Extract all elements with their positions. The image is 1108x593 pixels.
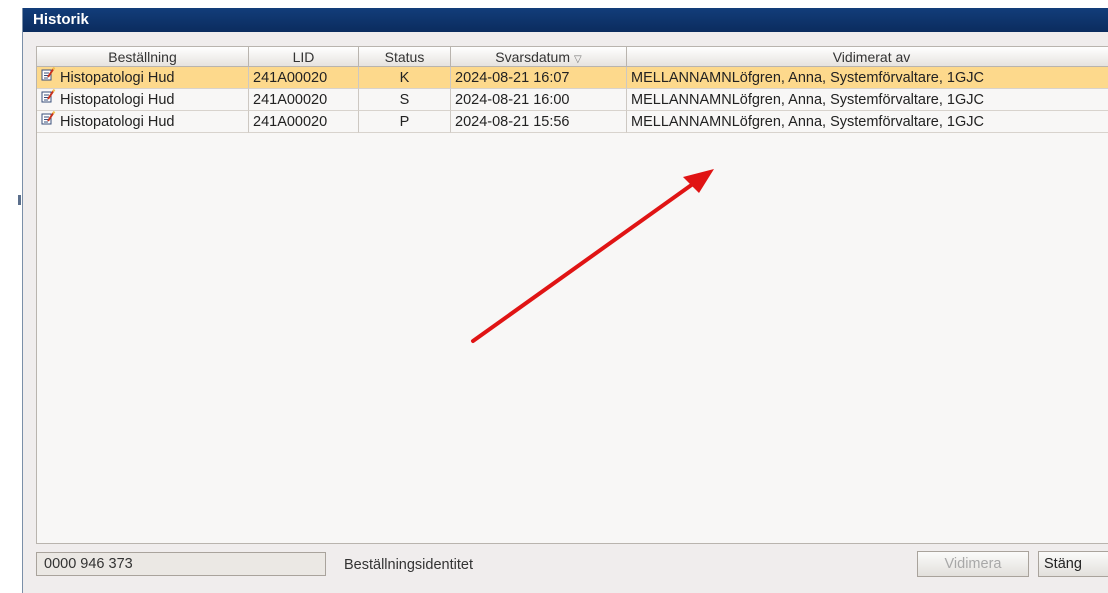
red-arrow-annotation xyxy=(471,169,714,343)
order-identity-label: Beställningsidentitet xyxy=(344,557,473,573)
historik-window: Historik Beställning LID Status Svarsdat… xyxy=(22,8,1108,593)
vidimera-button[interactable]: Vidimera xyxy=(917,551,1029,577)
order-identity-field[interactable]: 0000 946 373 xyxy=(36,552,326,576)
window-title: Historik xyxy=(23,8,1108,32)
left-edge xyxy=(0,0,22,587)
history-table: Beställning LID Status Svarsdatum ▽ Vidim… xyxy=(36,46,1108,544)
edge-marker xyxy=(18,195,21,205)
close-button[interactable]: Stäng xyxy=(1038,551,1108,577)
